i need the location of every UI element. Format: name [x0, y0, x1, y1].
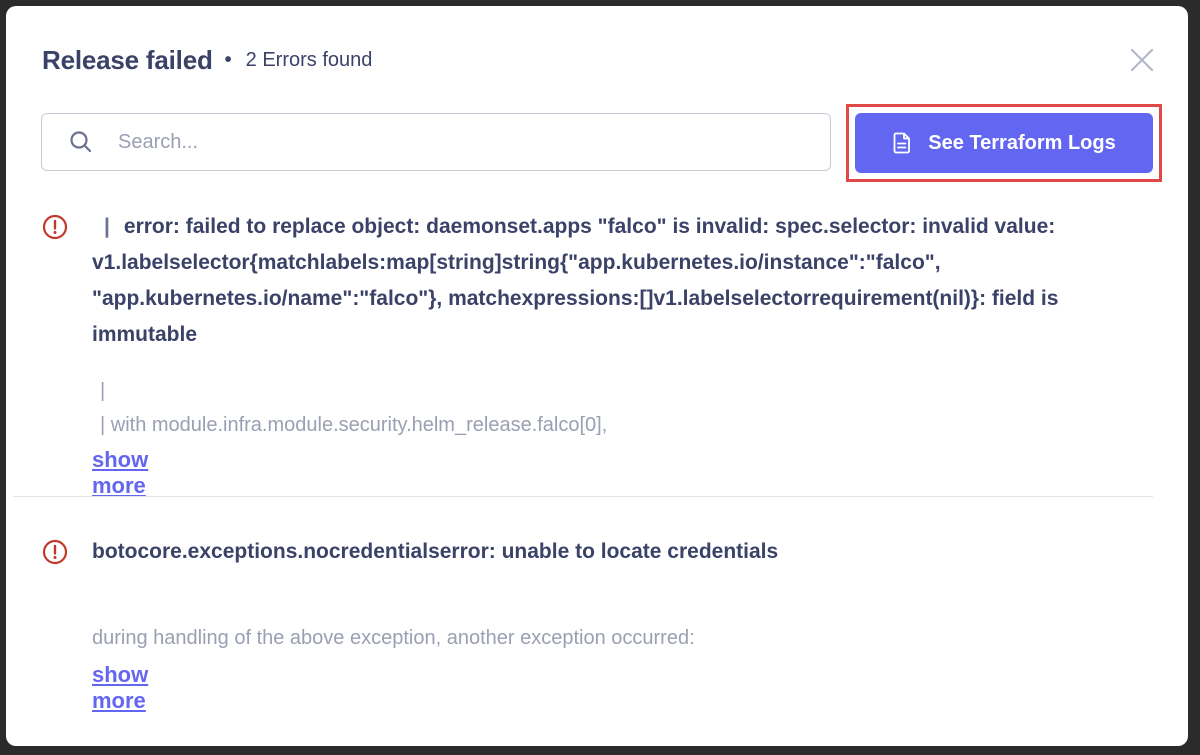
error-count: 2 Errors found: [245, 48, 373, 71]
show-more-link[interactable]: show more: [92, 447, 148, 499]
title-separator: •: [224, 48, 232, 71]
error-message-text: error: failed to replace object: daemons…: [92, 215, 1059, 346]
modal-header: Release failed • 2 Errors found: [42, 42, 372, 78]
release-failed-modal: Release failed • 2 Errors found See Terr…: [6, 6, 1188, 746]
see-terraform-logs-button[interactable]: See Terraform Logs: [855, 113, 1153, 173]
document-icon: [893, 132, 911, 154]
page-title: Release failed: [42, 44, 213, 75]
search-icon: [70, 131, 92, 153]
error-message: botocore.exceptions.nocredentialserror: …: [92, 540, 779, 563]
error-alert-icon: [42, 214, 68, 240]
see-terraform-logs-label: See Terraform Logs: [928, 131, 1116, 154]
search-input[interactable]: [116, 129, 830, 155]
show-more-link[interactable]: show more: [92, 662, 148, 714]
error-message: | error: failed to replace object: daemon…: [92, 209, 1142, 353]
error-detail-line: |: [100, 380, 106, 402]
close-button[interactable]: [1128, 46, 1156, 74]
error-detail-line: | with module.infra.module.security.helm…: [100, 414, 608, 436]
error-alert-icon: [42, 539, 68, 565]
error-prefix: |: [104, 215, 110, 238]
search-box[interactable]: [41, 113, 831, 171]
close-icon: [1130, 48, 1154, 72]
divider: [13, 496, 1153, 497]
error-detail-line: during handling of the above exception, …: [92, 627, 695, 649]
